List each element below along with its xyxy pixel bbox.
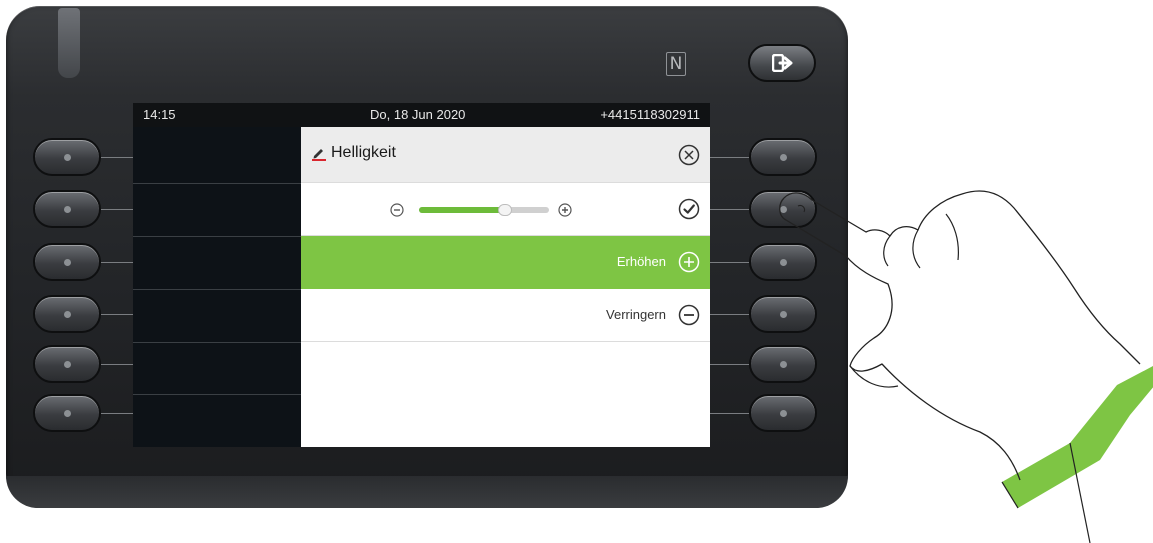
decrease-small-icon [390, 203, 404, 217]
exit-button[interactable] [748, 44, 816, 82]
confirm-check-icon[interactable] [678, 198, 700, 220]
brightness-slider[interactable] [389, 201, 601, 219]
nfc-icon: N [666, 52, 686, 76]
left-key-3[interactable] [33, 243, 101, 281]
brightness-slider-row [301, 183, 710, 236]
display-screen: 14:15 Do, 18 Jun 2020 +4415118302911 Hel… [133, 103, 710, 447]
increase-label: Erhöhen [616, 254, 666, 269]
exit-icon [772, 54, 793, 72]
slider-thumb[interactable] [497, 204, 512, 216]
pencil-icon [312, 149, 326, 161]
status-time: 14:15 [143, 107, 176, 122]
status-date: Do, 18 Jun 2020 [370, 107, 466, 122]
close-icon[interactable] [678, 144, 700, 166]
decrease-label: Verringern [606, 307, 666, 322]
left-key-panel [133, 127, 301, 447]
dialog-title: Helligkeit [331, 144, 396, 161]
notification-led [58, 8, 80, 78]
phone-device-base [6, 476, 848, 508]
left-key-2[interactable] [33, 190, 101, 228]
left-key-1[interactable] [33, 138, 101, 176]
increase-small-icon [558, 203, 572, 217]
status-phone-number: +4415118302911 [600, 107, 700, 122]
dialog-header: Helligkeit [301, 127, 710, 183]
left-key-5[interactable] [33, 345, 101, 383]
increase-option[interactable]: Erhöhen [301, 236, 710, 289]
left-key-6[interactable] [33, 394, 101, 432]
minus-circle-icon [678, 304, 700, 326]
left-key-4[interactable] [33, 295, 101, 333]
plus-circle-icon [678, 251, 700, 273]
decrease-option[interactable]: Verringern [301, 289, 710, 342]
status-bar: 14:15 Do, 18 Jun 2020 +4415118302911 [133, 103, 710, 127]
slider-fill [419, 207, 505, 213]
pointing-hand-illustration [779, 190, 1153, 543]
brightness-dialog: Helligkeit Erhöhen Verringern [301, 127, 710, 447]
